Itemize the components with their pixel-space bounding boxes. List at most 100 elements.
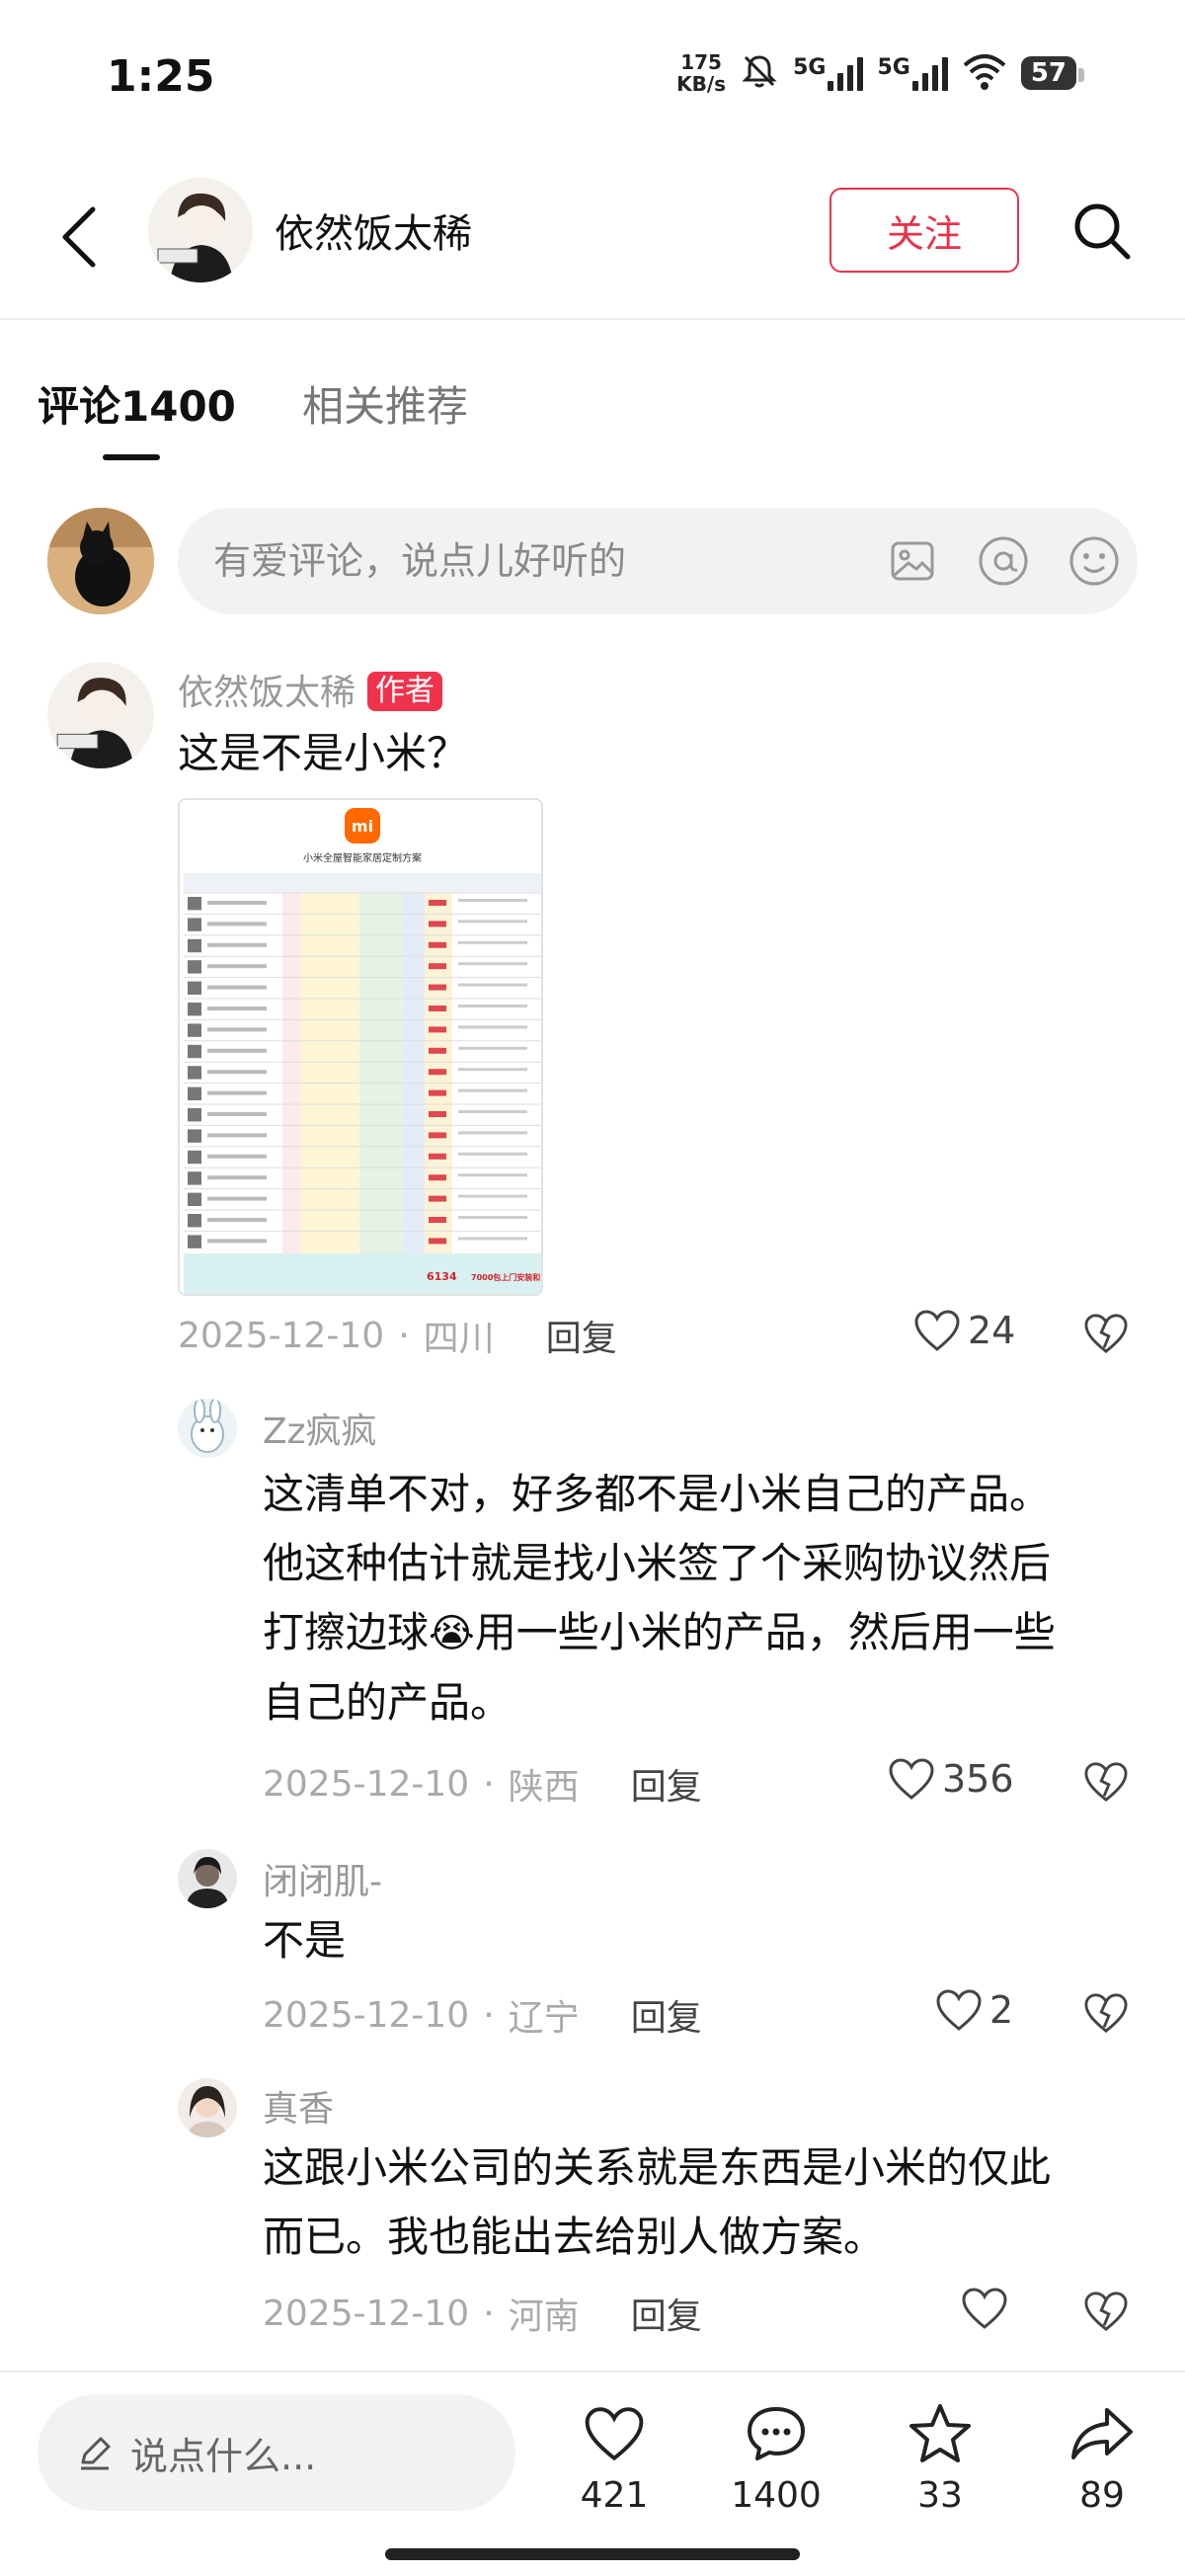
signal-type-label: 5G (877, 55, 910, 80)
reply-button[interactable]: 回复 (631, 1989, 702, 2041)
sheet-note-cell (458, 1110, 527, 1113)
sheet-product-thumb (188, 938, 201, 953)
like-count: 24 (968, 1309, 1016, 1352)
mute-icon (740, 51, 779, 95)
sheet-product-label (207, 1133, 267, 1138)
comment-text-line: 而已。我也能出去给别人做方案。 (263, 2213, 886, 2261)
sheet-product-thumb (188, 960, 201, 974)
sheet-note-cell (458, 940, 527, 944)
sheet-note-cell (458, 962, 527, 966)
say-something-input[interactable]: 说点什么... (38, 2394, 515, 2511)
comment-text-line: 打擦边球😭用一些小米的产品，然后用一些 (263, 1598, 1151, 1668)
sheet-price-cell (429, 900, 446, 906)
sheet-product-thumb (188, 1044, 201, 1059)
dislike-button[interactable] (1078, 1985, 1134, 2041)
star-icon (909, 2404, 971, 2462)
sheet-product-label (207, 1239, 267, 1244)
sheet-price-cell (429, 1006, 446, 1011)
comment-like-button[interactable]: 24 (912, 1308, 1015, 1353)
tab-comments[interactable]: 评论1400 (38, 373, 236, 434)
search-button[interactable] (1066, 192, 1138, 271)
comment-like-button[interactable] (960, 2286, 1015, 2331)
reply-button[interactable]: 回复 (631, 1758, 702, 1810)
comment-meta: 2025-12-10 · 河南 回复 (263, 2288, 702, 2339)
comment-image[interactable]: mi 小米全屋智能家居定制方案 6134 7000包上门安装和 (178, 798, 543, 1296)
sheet-product-label (207, 1048, 267, 1053)
like-count: 2 (989, 1988, 1014, 2032)
author-name[interactable]: 依然饭太稀 (275, 201, 472, 259)
sheet-product-thumb (188, 1214, 201, 1228)
sheet-product-label (207, 964, 267, 969)
reply-button[interactable]: 回复 (546, 1310, 617, 1361)
image-icon[interactable] (883, 531, 942, 591)
comment-input-bar[interactable] (178, 508, 1138, 614)
commenter-name[interactable]: 闭闭肌- (263, 1853, 382, 1904)
sheet-price-cell (429, 1153, 446, 1160)
sheet-price-cell (429, 1047, 446, 1054)
post-share-count: 89 (1079, 2475, 1125, 2516)
back-button[interactable] (49, 198, 109, 277)
tab-related[interactable]: 相关推荐 (302, 373, 468, 434)
signal-bars-icon (828, 55, 864, 91)
sheet-product-thumb (188, 897, 201, 911)
commenter-name-text[interactable]: 依然饭太稀 (178, 673, 356, 713)
meta-separator: · (483, 2293, 495, 2334)
follow-button[interactable]: 关注 (830, 188, 1019, 273)
commenter-avatar[interactable] (47, 662, 154, 768)
network-speed: 175 KB/s (676, 51, 726, 95)
reply-button[interactable]: 回复 (631, 2288, 702, 2339)
dislike-button[interactable] (1078, 1754, 1134, 1810)
sheet-note-cell (458, 1046, 527, 1050)
comment-date: 2025-12-10 (178, 1315, 385, 1356)
signal-type-label: 5G (793, 55, 827, 80)
comment-like-button[interactable]: 356 (887, 1756, 1014, 1802)
comment-meta: 2025-12-10 · 四川 回复 (178, 1310, 617, 1361)
comment-post-button[interactable]: 1400 (717, 2396, 835, 2516)
sheet-product-label (207, 901, 267, 905)
commenter-avatar[interactable] (178, 1849, 237, 1908)
heart-icon (936, 1989, 982, 2031)
commenter-name[interactable]: 依然饭太稀 作者 (178, 664, 443, 715)
commenter-name[interactable]: Zz疯疯 (263, 1403, 377, 1454)
commenter-avatar[interactable] (178, 1399, 237, 1458)
sheet-product-label (207, 985, 267, 990)
sheet-price-cell (429, 963, 446, 970)
author-badge: 作者 (367, 672, 443, 711)
comment-like-button[interactable]: 2 (934, 1987, 1013, 2033)
sheet-product-thumb (188, 1087, 201, 1100)
network-speed-value: 175 (680, 50, 722, 74)
sheet-note-cell (458, 1152, 527, 1156)
comment-text-segment: 用一些小米的产品，然后用一些 (474, 1608, 1056, 1656)
sheet-product-thumb (188, 1150, 201, 1165)
mention-icon[interactable] (974, 531, 1033, 591)
commenter-avatar[interactable] (178, 2078, 237, 2137)
heart-icon (889, 1758, 934, 1800)
share-post-button[interactable]: 89 (1043, 2396, 1161, 2516)
comment-input[interactable] (213, 539, 826, 583)
active-tab-indicator (103, 454, 160, 460)
sheet-price-cell (429, 1195, 446, 1202)
emoji-icon[interactable] (1065, 531, 1124, 591)
pencil-icon (81, 2437, 111, 2470)
sheet-note-cell (458, 1216, 527, 1219)
broken-heart-icon (1084, 2292, 1128, 2332)
comment-meta: 2025-12-10 · 辽宁 回复 (263, 1989, 702, 2041)
heart-icon (585, 2407, 644, 2461)
broken-heart-icon (1084, 1314, 1128, 1354)
favorite-post-button[interactable]: 33 (881, 2396, 999, 2516)
dislike-button[interactable] (1078, 1306, 1134, 1361)
sheet-product-thumb (188, 1066, 201, 1080)
dislike-button[interactable] (1078, 2284, 1134, 2339)
sheet-product-thumb (188, 1235, 201, 1248)
sheet-title: 小米全屋智能家居定制方案 (303, 851, 422, 864)
sheet-note-cell (458, 983, 527, 987)
like-post-button[interactable]: 421 (555, 2396, 673, 2516)
sheet-price-cell (429, 984, 446, 991)
comment-region: 陕西 (508, 1767, 580, 1808)
like-count: 356 (942, 1757, 1014, 1801)
cellular-signal-2: 5G (877, 55, 948, 91)
sheet-product-thumb (188, 1129, 201, 1143)
commenter-name[interactable]: 真香 (263, 2080, 334, 2132)
crying-emoji-icon: 😭 (429, 1611, 475, 1656)
author-avatar[interactable] (148, 178, 253, 282)
